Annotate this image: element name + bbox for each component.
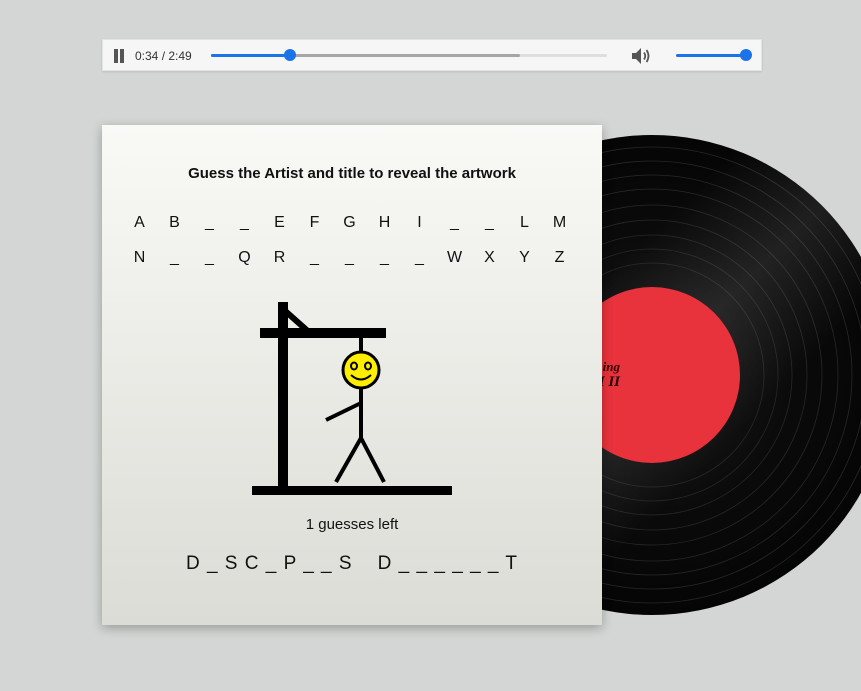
pause-button[interactable]: [113, 49, 125, 63]
hangman-left-leg: [334, 437, 363, 483]
volume-thumb[interactable]: [740, 49, 752, 61]
hangman-head: [341, 350, 381, 390]
volume-slider[interactable]: [676, 49, 752, 61]
hangman-right-leg: [359, 437, 386, 483]
played-bar: [211, 54, 291, 57]
seek-slider[interactable]: [211, 49, 607, 61]
guesses-left: 1 guesses left: [305, 516, 399, 533]
hangman-drawing: [252, 302, 452, 495]
gallows-beam: [260, 328, 386, 338]
game-card: Guess the Artist and title to reveal the…: [102, 125, 602, 625]
audio-player: 0:34 / 2:49: [102, 39, 762, 71]
hangman-arm: [325, 401, 362, 422]
volume-level: [676, 54, 746, 57]
pause-icon-bar: [120, 49, 124, 63]
volume-icon[interactable]: [630, 46, 652, 66]
time-display: 0:34 / 2:49: [135, 49, 192, 63]
pause-icon: [114, 49, 118, 63]
gallows-base: [252, 486, 452, 495]
answer-puzzle: D _ S C _ P _ _ S D _ _ _ _ _ _ T: [185, 553, 519, 574]
seek-thumb[interactable]: [284, 49, 297, 61]
